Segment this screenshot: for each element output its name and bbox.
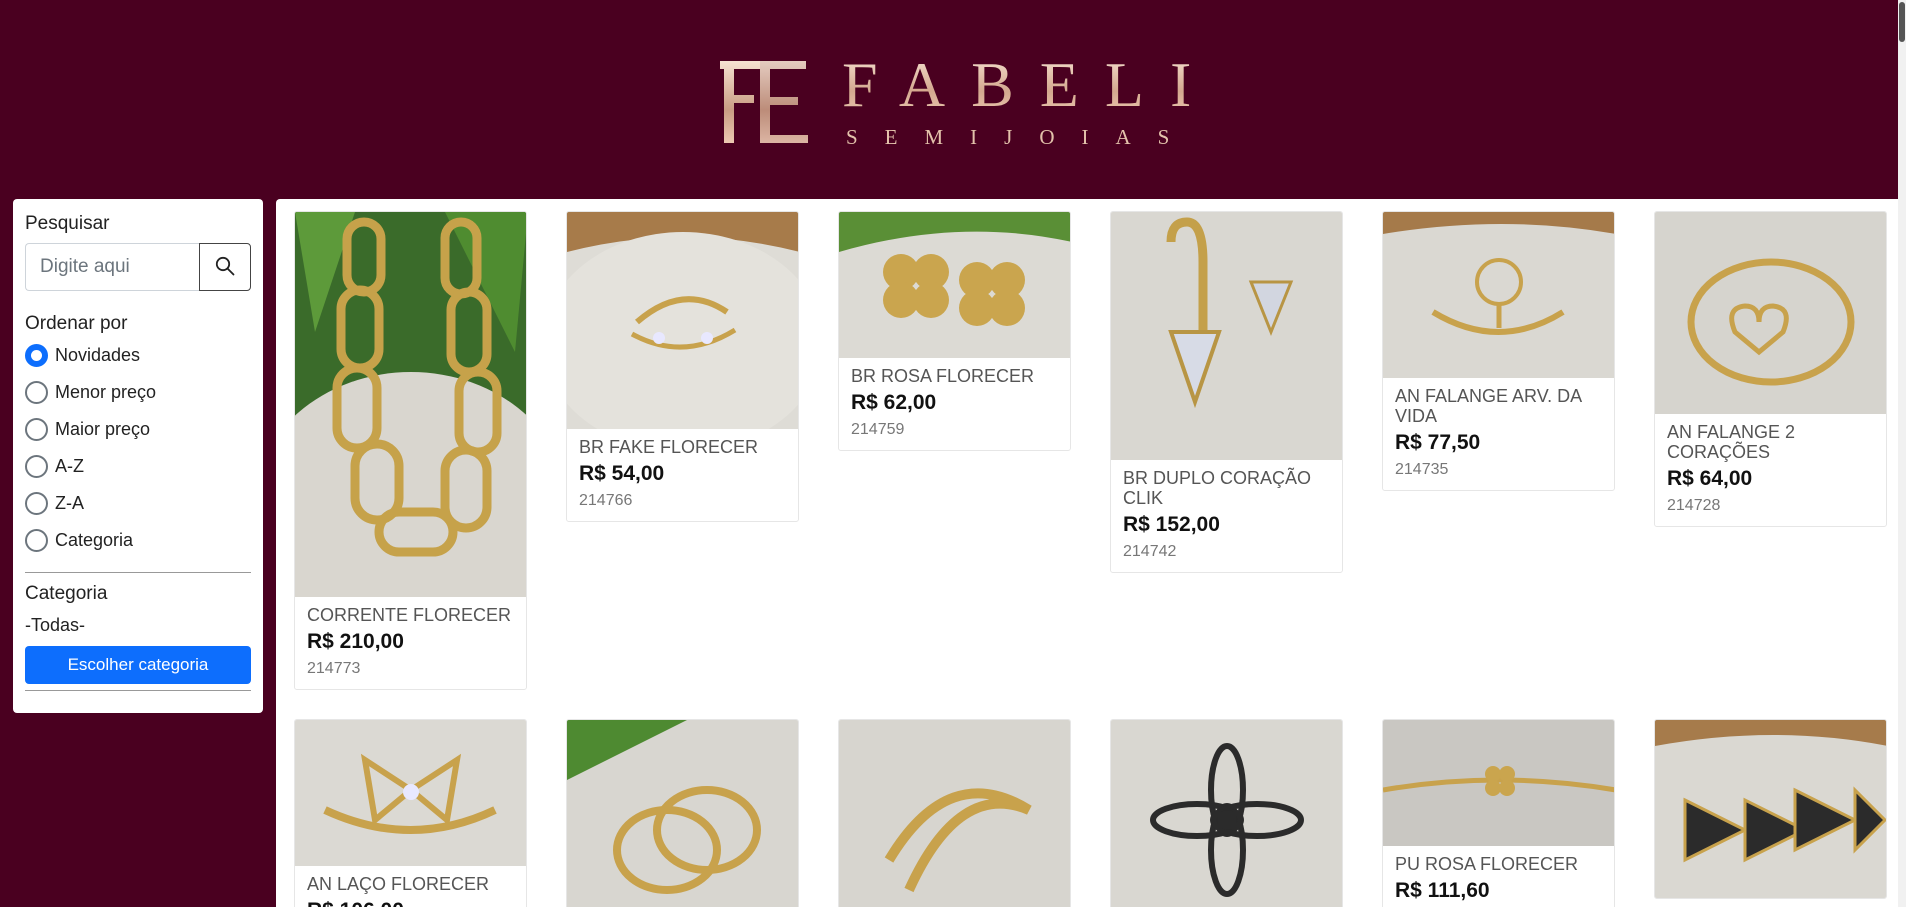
search-icon — [215, 256, 235, 279]
product-price: R$ 106,00 — [307, 898, 514, 907]
order-option-label: Categoria — [55, 530, 134, 550]
search-button[interactable] — [199, 243, 251, 291]
product-name: AN FALANGE ARV. DA VIDA — [1395, 386, 1582, 426]
site-header: FABELI SEMIJOIAS — [0, 0, 1906, 198]
product-code: 214773 — [307, 660, 361, 677]
order-option-label: Maior preço — [55, 419, 151, 439]
product-card[interactable] — [838, 719, 1071, 907]
radio[interactable] — [25, 381, 48, 404]
product-image[interactable] — [1111, 212, 1342, 460]
product-code: 214742 — [1123, 543, 1177, 560]
product-card[interactable] — [566, 719, 799, 907]
product-name: BR FAKE FLORECER — [579, 437, 759, 457]
search-label: Pesquisar — [25, 213, 110, 234]
product-price: R$ 54,00 — [579, 462, 665, 485]
logo-text: FABELI SEMIJOIAS — [842, 48, 1218, 150]
product-image[interactable] — [295, 212, 526, 597]
product-image[interactable] — [1655, 720, 1886, 898]
order-option-a-z[interactable]: A-Z — [25, 448, 251, 485]
product-price: R$ 62,00 — [851, 391, 937, 414]
divider — [25, 572, 251, 573]
product-code: 214759 — [851, 421, 905, 438]
product-price: R$ 111,60 — [1395, 879, 1490, 902]
product-image[interactable] — [295, 720, 526, 866]
product-card[interactable]: BR ROSA FLORECER R$ 62,00 214759 — [838, 211, 1071, 451]
product-code: 214728 — [1667, 497, 1721, 514]
product-card[interactable]: CORRENTE FLORECER R$ 210,00 214773 — [294, 211, 527, 690]
product-name: AN FALANGE 2 CORAÇÕES — [1667, 422, 1796, 462]
choose-category-button[interactable]: Escolher categoria — [25, 646, 251, 684]
radio[interactable] — [25, 492, 48, 515]
product-code: 214766 — [579, 492, 633, 509]
search-bar — [25, 243, 251, 291]
brand-logo[interactable]: FABELI SEMIJOIAS — [712, 46, 1191, 156]
brand-tagline: SEMIJOIAS — [846, 124, 1197, 149]
order-label: Ordenar por — [25, 313, 128, 334]
monogram-logo — [712, 51, 812, 151]
product-price: R$ 152,00 — [1123, 513, 1220, 536]
product-card[interactable]: AN FALANGE 2 CORAÇÕES R$ 64,00 214728 — [1654, 211, 1887, 527]
order-option-menor-preco[interactable]: Menor preço — [25, 374, 251, 411]
radio[interactable] — [25, 529, 48, 552]
scrollbar-thumb[interactable] — [1899, 2, 1905, 42]
order-options: Novidades Menor preço Maior preço A-Z Z-… — [25, 337, 251, 559]
radio[interactable] — [25, 418, 48, 441]
product-price: R$ 64,00 — [1667, 467, 1753, 490]
order-option-novidades[interactable]: Novidades — [25, 337, 251, 374]
product-image[interactable] — [839, 720, 1070, 907]
radio-checked[interactable] — [25, 344, 48, 367]
product-card[interactable]: AN LAÇO FLORECER R$ 106,00 — [294, 719, 527, 907]
product-image[interactable] — [567, 212, 798, 429]
product-card[interactable]: AN FALANGE ARV. DA VIDA R$ 77,50 214735 — [1382, 211, 1615, 491]
radio[interactable] — [25, 455, 48, 478]
order-option-label: Novidades — [55, 345, 141, 365]
product-name: AN LAÇO FLORECER — [307, 874, 490, 894]
product-name: CORRENTE FLORECER — [307, 605, 512, 625]
product-grid: CORRENTE FLORECER R$ 210,00 214773 BR FA… — [276, 199, 1906, 907]
order-option-label: Z-A — [55, 493, 84, 513]
search-input[interactable] — [25, 243, 199, 291]
product-name: BR ROSA FLORECER — [851, 366, 1035, 386]
product-card[interactable] — [1110, 719, 1343, 907]
category-value: -Todas- — [25, 615, 86, 635]
product-card[interactable]: BR DUPLO CORAÇÃO CLIK R$ 152,00 214742 — [1110, 211, 1343, 573]
order-option-z-a[interactable]: Z-A — [25, 485, 251, 522]
product-name: BR DUPLO CORAÇÃO CLIK — [1123, 468, 1312, 508]
category-label: Categoria — [25, 583, 108, 604]
product-image[interactable] — [567, 720, 798, 907]
product-card[interactable] — [1654, 719, 1887, 899]
product-image[interactable] — [1655, 212, 1886, 414]
product-image[interactable] — [1383, 720, 1614, 846]
page-scrollbar[interactable] — [1898, 0, 1906, 907]
divider — [25, 690, 251, 691]
order-option-label: A-Z — [55, 456, 84, 476]
product-image[interactable] — [839, 212, 1070, 358]
product-price: R$ 77,50 — [1395, 431, 1481, 454]
product-image[interactable] — [1111, 720, 1342, 907]
order-option-maior-preco[interactable]: Maior preço — [25, 411, 251, 448]
product-card[interactable]: BR FAKE FLORECER R$ 54,00 214766 — [566, 211, 799, 522]
filter-sidebar: Pesquisar Ordenar por Novidades Menor pr… — [13, 199, 263, 713]
order-option-label: Menor preço — [55, 382, 157, 402]
product-name: PU ROSA FLORECER — [1395, 854, 1579, 874]
product-price: R$ 210,00 — [307, 630, 404, 653]
brand-name: FABELI — [842, 48, 1218, 120]
product-code: 214735 — [1395, 461, 1449, 478]
order-option-categoria[interactable]: Categoria — [25, 522, 251, 559]
product-card[interactable]: PU ROSA FLORECER R$ 111,60 — [1382, 719, 1615, 907]
product-image[interactable] — [1383, 212, 1614, 378]
